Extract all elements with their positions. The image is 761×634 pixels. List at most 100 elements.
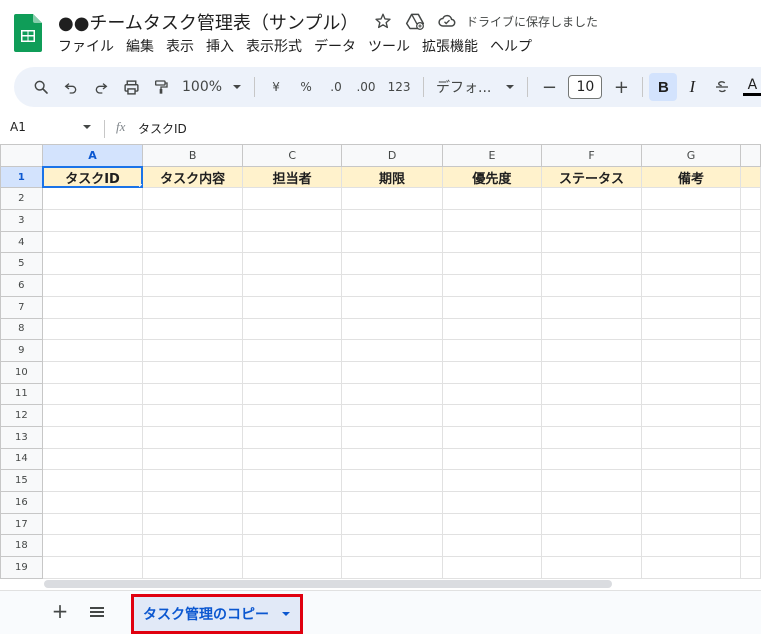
cell-a18[interactable] (41, 534, 144, 558)
cell-b11[interactable] (142, 382, 243, 406)
add-sheet-icon[interactable]: + (50, 601, 70, 622)
text-color-button[interactable]: A (737, 72, 761, 102)
column-header-f[interactable]: F (541, 144, 642, 167)
cloud-saved-icon[interactable] (436, 10, 458, 32)
cell-e18[interactable] (441, 534, 543, 558)
cell-e2[interactable] (441, 187, 543, 211)
cell-e11[interactable] (441, 382, 543, 406)
cell-a11[interactable] (41, 382, 144, 406)
cell-d7[interactable] (341, 295, 443, 319)
increase-decimal-button[interactable]: .00 (351, 72, 381, 102)
cell-a4[interactable] (41, 230, 144, 254)
cell-g12[interactable] (640, 404, 742, 427)
cell-d13[interactable] (341, 425, 443, 449)
cell-b9[interactable] (142, 339, 243, 362)
percent-format-button[interactable]: % (291, 72, 321, 102)
fill-handle[interactable] (139, 184, 142, 187)
cell-a1[interactable]: タスクID (41, 165, 144, 189)
strikethrough-icon[interactable] (707, 72, 737, 102)
row-header[interactable]: 8 (0, 317, 43, 341)
cell-a12[interactable] (41, 404, 144, 427)
cell-f6[interactable] (541, 274, 642, 297)
cell-a8[interactable] (41, 317, 144, 341)
cell-f12[interactable] (541, 404, 642, 427)
cell-b17[interactable] (142, 512, 243, 536)
cell-g17[interactable] (640, 512, 742, 536)
cell-b5[interactable] (142, 252, 243, 276)
cell-f3[interactable] (541, 209, 642, 232)
cell-g8[interactable] (640, 317, 742, 341)
cell-g2[interactable] (640, 187, 742, 211)
cell-f7[interactable] (541, 295, 642, 319)
row-header[interactable]: 9 (0, 339, 43, 362)
row-header[interactable]: 2 (0, 187, 43, 211)
cell-c7[interactable] (241, 295, 343, 319)
column-header-b[interactable]: B (142, 144, 243, 167)
cell-b6[interactable] (142, 274, 243, 297)
cell-d3[interactable] (341, 209, 443, 232)
cell-c18[interactable] (241, 534, 343, 558)
cell-c10[interactable] (241, 360, 343, 384)
menu-data[interactable]: データ (314, 36, 356, 56)
cell-g5[interactable] (640, 252, 742, 276)
zoom-select[interactable]: 100% (176, 72, 248, 102)
column-header-d[interactable]: D (341, 144, 443, 167)
cell-a3[interactable] (41, 209, 144, 232)
cell-f4[interactable] (541, 230, 642, 254)
cell-h4[interactable] (740, 230, 761, 254)
cell-d6[interactable] (341, 274, 443, 297)
cell-g7[interactable] (640, 295, 742, 319)
cell-h14[interactable] (740, 447, 761, 471)
cell-a9[interactable] (41, 339, 144, 362)
cell-g10[interactable] (640, 360, 742, 384)
cell-d18[interactable] (341, 534, 443, 558)
row-header[interactable]: 14 (0, 447, 43, 471)
cell-e5[interactable] (441, 252, 543, 276)
cell-c3[interactable] (241, 209, 343, 232)
cell-g18[interactable] (640, 534, 742, 558)
cell-g4[interactable] (640, 230, 742, 254)
cell-d10[interactable] (341, 360, 443, 384)
cell-f2[interactable] (541, 187, 642, 211)
cell-b3[interactable] (142, 209, 243, 232)
cell-c15[interactable] (241, 469, 343, 492)
cell-d14[interactable] (341, 447, 443, 471)
cell-d9[interactable] (341, 339, 443, 362)
cell-h7[interactable] (740, 295, 761, 319)
cell-g13[interactable] (640, 425, 742, 449)
all-sheets-menu-icon[interactable] (88, 604, 106, 620)
cell-d17[interactable] (341, 512, 443, 536)
cell-c19[interactable] (241, 556, 343, 579)
menu-insert[interactable]: 挿入 (206, 36, 234, 56)
star-icon[interactable] (372, 10, 394, 32)
cell-h13[interactable] (740, 425, 761, 449)
cell-c5[interactable] (241, 252, 343, 276)
search-icon[interactable] (26, 72, 56, 102)
cell-a10[interactable] (41, 360, 144, 384)
font-size-input[interactable]: 10 (568, 75, 603, 99)
cell-a5[interactable] (41, 252, 144, 276)
print-icon[interactable] (116, 72, 146, 102)
cell-h12[interactable] (740, 404, 761, 427)
cell-h16[interactable] (740, 491, 761, 514)
cell-a7[interactable] (41, 295, 144, 319)
row-header[interactable]: 1 (0, 165, 43, 189)
cell-b7[interactable] (142, 295, 243, 319)
cell-b18[interactable] (142, 534, 243, 558)
cell-d5[interactable] (341, 252, 443, 276)
cell-a15[interactable] (41, 469, 144, 492)
cell-e3[interactable] (441, 209, 543, 232)
cell-h18[interactable] (740, 534, 761, 558)
cell-d2[interactable] (341, 187, 443, 211)
cell-c6[interactable] (241, 274, 343, 297)
cell-d15[interactable] (341, 469, 443, 492)
cell-c12[interactable] (241, 404, 343, 427)
row-header[interactable]: 3 (0, 209, 43, 232)
cell-h5[interactable] (740, 252, 761, 276)
decrease-font-size-button[interactable]: − (534, 72, 564, 102)
cell-g3[interactable] (640, 209, 742, 232)
cell-f10[interactable] (541, 360, 642, 384)
cell-a16[interactable] (41, 491, 144, 514)
cell-b12[interactable] (142, 404, 243, 427)
cell-a14[interactable] (41, 447, 144, 471)
